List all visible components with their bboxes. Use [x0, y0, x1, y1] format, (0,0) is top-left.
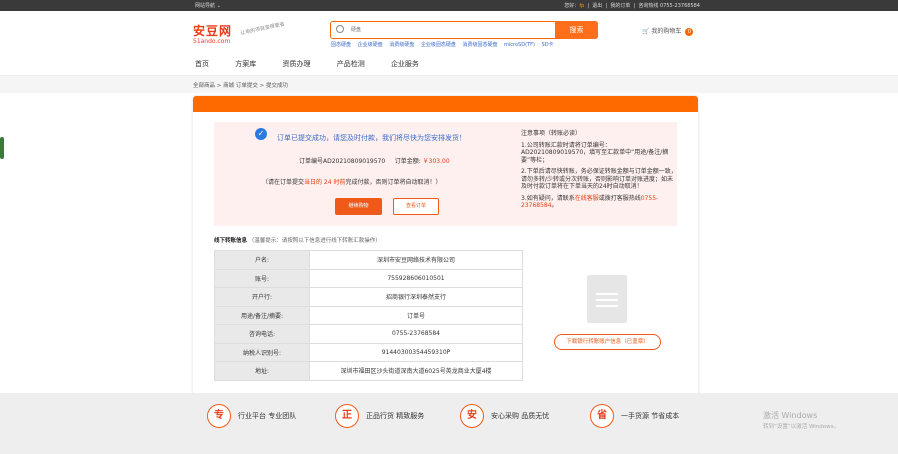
order-amount: ￥303.00	[422, 158, 450, 165]
windows-watermark: 激活 Windows	[763, 411, 818, 420]
hotword-link[interactable]: 消费级固态硬盘	[462, 42, 497, 48]
nav-item-enterprise[interactable]: 企业服务	[391, 60, 419, 68]
document-icon	[587, 275, 627, 323]
row-value: 深圳市安豆网络技术有限公司	[309, 250, 523, 270]
row-key: 账号:	[214, 268, 310, 288]
row-value: 招商银行深圳泰然支行	[309, 287, 523, 307]
top-right-links: 您好：fp | 退出 | 我的订单 | 咨询热线 0755-23768584	[564, 3, 700, 9]
nav-item-qualification[interactable]: 资质办理	[282, 60, 310, 68]
note-item-3-mid: 或拨打客服热线	[598, 194, 641, 202]
account-info-table: 户名: 深圳市安豆网络技术有限公司 账号: 755928606010501 开户行:…	[214, 250, 523, 381]
feature-icon: 省	[590, 404, 614, 428]
hotword-link[interactable]: microSD(TF)	[504, 42, 535, 48]
payment-deadline-note: （请在订单提交当日的 24 时前完成付款，否则订单将自动取消！）	[262, 177, 441, 186]
logo-en: 51ando.com	[193, 38, 231, 45]
hotline-text: 咨询热线 0755-23768584	[638, 3, 700, 9]
offline-transfer-title: 线下转账信息 （温馨提示：请按照以下信息进行线下转账汇款操作）	[214, 236, 381, 244]
row-value: 91440300354459310P	[309, 342, 523, 362]
row-value: 0755-23768584	[309, 324, 523, 344]
hotword-link[interactable]: SD卡	[542, 42, 554, 48]
cart-label: 我的购物车	[651, 28, 682, 35]
username[interactable]: fp	[579, 3, 584, 9]
row-key: 地址:	[214, 361, 310, 381]
feature-icon: 安	[460, 404, 484, 428]
order-number: 订单编号AD20210809019570	[299, 158, 386, 165]
cart-icon: 🛒	[642, 28, 650, 35]
pay-note-pre: （请在订单提交	[262, 179, 305, 186]
site-nav-link[interactable]: 网站导航 ⌄	[195, 2, 221, 9]
breadcrumb-bar: 全部商品 > 商城 订单提交 > 提交成功	[0, 75, 898, 93]
order-info: 订单编号AD20210809019570 订单金额: ￥303.00	[299, 156, 450, 165]
card-header	[193, 96, 698, 112]
breadcrumb: 全部商品 > 商城 订单提交 > 提交成功	[193, 83, 288, 89]
row-key: 户名:	[214, 250, 310, 270]
pay-note-post: 完成付款，否则订单将自动取消！）	[345, 179, 442, 186]
nav-item-home[interactable]: 首页	[195, 60, 209, 68]
cart-count-badge: 0	[685, 28, 694, 36]
feature-text: 正品行货 精致服务	[366, 412, 425, 420]
table-row: 纳税人识别号: 91440300354459310P	[214, 342, 523, 362]
note-item-3-end: 。	[551, 202, 558, 209]
success-message: 订单已提交成功，请您及时付款，我们将尽快为您安排发货！	[277, 134, 466, 142]
windows-watermark-sub: 转到“设置”以激活 Windows。	[763, 424, 839, 430]
notes-title: 注意事项（转账必读）	[521, 130, 582, 137]
check-icon: ✓	[255, 128, 267, 140]
feature-text: 行业平台 专业团队	[238, 412, 297, 420]
logout-link[interactable]: 退出	[592, 3, 602, 9]
nav-item-solutions[interactable]: 方案库	[235, 60, 256, 68]
table-row: 地址: 深圳市福田区沙头街道深南大道6025号英龙商业大厦4楼	[214, 361, 523, 381]
hotword-link[interactable]: 固态硬盘	[331, 42, 351, 48]
logo-cn: 安豆网	[193, 24, 233, 38]
row-value: 755928606010501	[309, 268, 523, 288]
table-row: 咨询电话: 0755-23768584	[214, 324, 523, 344]
welcome-text: 您好：	[564, 3, 580, 9]
table-row: 用途/备注/摘要: 订单号	[214, 305, 523, 325]
table-row: 账号: 755928606010501	[214, 268, 523, 288]
offline-hint: （温馨提示：请按照以下信息进行线下转账汇款操作）	[248, 238, 381, 244]
pay-note-deadline: 当日的 24 时前	[304, 179, 346, 186]
logo-slogan: 让电的项目变得更省	[239, 21, 286, 37]
row-key: 开户行:	[214, 287, 310, 307]
online-service-link[interactable]: 在线客服	[575, 195, 599, 202]
table-row: 户名: 深圳市安豆网络技术有限公司	[214, 250, 523, 270]
table-row: 开户行: 招商银行深圳泰然支行	[214, 287, 523, 307]
search-button[interactable]: 搜索	[555, 21, 598, 39]
hotword-link[interactable]: 企业级硬盘	[358, 42, 383, 48]
feature-text: 一手货源 节省成本	[621, 412, 680, 420]
view-order-button[interactable]: 查看订单	[393, 198, 439, 215]
continue-shopping-button[interactable]: 继续购物	[335, 198, 382, 215]
row-value: 订单号	[309, 305, 523, 325]
download-account-info-button[interactable]: 下载银行转账账户信息（已盖章）	[554, 334, 661, 350]
row-key: 用途/备注/摘要:	[214, 305, 310, 325]
note-item: 1.公司转账汇款时请将订单编号：AD20210809019570，填写至汇款单中…	[521, 141, 669, 164]
notes-section: 注意事项（转账必读） 1.公司转账汇款时请将订单编号：AD20210809019…	[521, 130, 677, 210]
note-item: 2.下单后请尽快转账，务必保证转账金额与订单金额一致，请勿多转/少转或分次转账，…	[521, 168, 677, 190]
hot-keywords: 固态硬盘 企业级硬盘 消费级硬盘 企业级固态硬盘 消费级固态硬盘 microSD…	[331, 41, 559, 48]
search-bar: 搜索	[330, 21, 598, 39]
feature-text: 安心采购 品质无忧	[491, 412, 550, 420]
offline-title: 线下转账信息	[214, 238, 248, 244]
main-nav: 首页 方案库 资质办理 产品检测 企业服务	[195, 59, 443, 73]
amount-label: 订单金额:	[394, 158, 421, 165]
site-logo[interactable]: 安豆网 51ando.com	[193, 22, 241, 45]
side-scroll-marker[interactable]	[0, 137, 4, 159]
nav-item-testing[interactable]: 产品检测	[337, 60, 365, 68]
cart-link[interactable]: 🛒 我的购物车 0	[642, 26, 694, 36]
feature-icon: 专	[207, 404, 231, 428]
my-orders-link[interactable]: 我的订单	[610, 3, 630, 9]
row-value: 深圳市福田区沙头街道深南大道6025号英龙商业大厦4楼	[309, 361, 523, 381]
row-key: 纳税人识别号:	[214, 342, 310, 362]
note-item-3-text: 3.如有疑问，请联系	[521, 194, 575, 202]
hotword-link[interactable]: 消费级硬盘	[389, 42, 414, 48]
note-item: 3.如有疑问，请联系在线客服或拨打客服热线0755-23768584。	[521, 195, 677, 210]
search-input[interactable]	[351, 25, 551, 35]
hotword-link[interactable]: 企业级固态硬盘	[421, 42, 456, 48]
search-icon	[336, 25, 344, 33]
top-bar: 网站导航 ⌄ 您好：fp | 退出 | 我的订单 | 咨询热线 0755-237…	[0, 0, 898, 11]
feature-icon: 正	[335, 404, 359, 428]
row-key: 咨询电话:	[214, 324, 310, 344]
